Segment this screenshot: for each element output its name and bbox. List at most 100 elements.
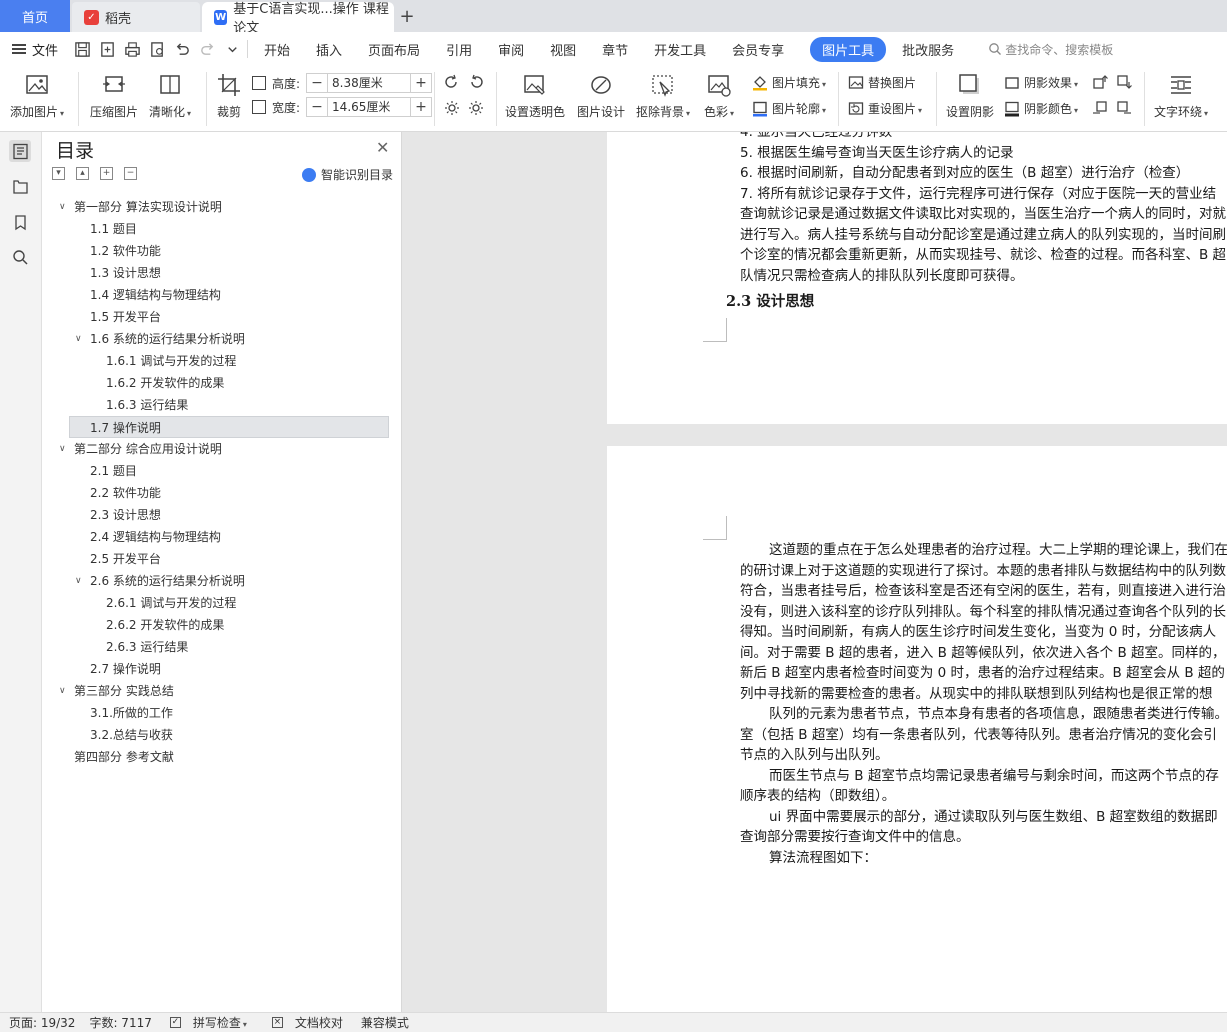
menu-tab-developer[interactable]: 开发工具 — [654, 40, 706, 59]
tab-document[interactable]: W 基于C语言实现...操作 课程论文 — [202, 2, 394, 36]
toc-item[interactable]: ∨ 1.6 系统的运行结果分析说明 — [42, 328, 402, 350]
tab-home[interactable]: 首页 — [0, 0, 70, 32]
rotate-left-button[interactable] — [444, 74, 464, 90]
toc-item[interactable]: 1.6.3 运行结果 — [42, 394, 402, 416]
toc-item[interactable]: 3.1.所做的工作 — [42, 702, 402, 724]
toc-item[interactable]: 3.2.总结与收获 — [42, 724, 402, 746]
picture-outline-button[interactable]: 图片轮廓 — [752, 100, 826, 117]
expand-arrow-icon[interactable]: ∨ — [59, 680, 66, 702]
picture-fill-button[interactable]: 图片填充 — [752, 74, 826, 91]
promote-heading-icon[interactable]: + — [100, 167, 113, 180]
document-page[interactable]: 4. 显示当天已经过分钟数 5. 根据医生编号查询当天医生诊疗病人的记录 6. 根据… — [607, 132, 1227, 424]
toc-item[interactable]: 2.4 逻辑结构与物理结构 — [42, 526, 402, 548]
expand-arrow-icon[interactable]: ∨ — [59, 438, 66, 460]
height-decrease-button[interactable]: − — [307, 74, 327, 92]
toc-item[interactable]: 1.2 软件功能 — [42, 240, 402, 262]
expand-arrow-icon[interactable]: ∨ — [75, 570, 82, 592]
toc-item[interactable]: 2.7 操作说明 — [42, 658, 402, 680]
print-preview-icon[interactable] — [149, 41, 166, 58]
close-icon[interactable]: ✕ — [376, 138, 389, 157]
toc-item[interactable]: 2.6.2 开发软件的成果 — [42, 614, 402, 636]
toc-item[interactable]: 2.2 软件功能 — [42, 482, 402, 504]
menu-tab-view[interactable]: 视图 — [550, 40, 576, 59]
replace-picture-button[interactable]: 替换图片 — [848, 74, 916, 91]
document-page[interactable]: 这道题的重点在于怎么处理患者的治疗过程。大二上学期的理论课上，我们在 的研讨课上对… — [607, 446, 1227, 1012]
shadow-nudge-down-button[interactable] — [1116, 74, 1136, 90]
chapter-nav-button[interactable] — [9, 175, 31, 197]
width-increase-button[interactable]: + — [411, 98, 431, 116]
compress-picture-button[interactable]: 压缩图片 — [90, 72, 138, 120]
add-picture-button[interactable]: 添加图片 — [10, 72, 64, 120]
flip-vertical-button[interactable] — [468, 100, 488, 116]
spell-check-toggle[interactable]: ✓ 拼写检查 — [161, 1014, 247, 1031]
toc-item[interactable]: 1.3 设计思想 — [42, 262, 402, 284]
file-menu[interactable]: 文件 — [12, 40, 58, 59]
width-input[interactable]: 14.65厘米 — [327, 98, 412, 116]
toc-item[interactable]: 第四部分 参考文献 — [42, 746, 402, 768]
find-button[interactable] — [9, 246, 31, 268]
toc-item[interactable]: ∨ 第一部分 算法实现设计说明 — [42, 196, 402, 218]
color-button[interactable]: 色彩 — [704, 72, 734, 120]
menu-tab-picture-tools[interactable]: 图片工具 — [810, 36, 887, 62]
flip-horizontal-button[interactable] — [444, 100, 464, 116]
menu-tab-home[interactable]: 开始 — [264, 40, 290, 59]
collapse-all-icon[interactable]: ▾ — [52, 167, 65, 180]
toc-item[interactable]: ∨ 第三部分 实践总结 — [42, 680, 402, 702]
menu-tab-correction[interactable]: 批改服务 — [902, 40, 954, 59]
customize-toolbar-icon[interactable] — [224, 41, 241, 58]
toc-panel-button[interactable] — [9, 140, 31, 162]
height-increase-button[interactable]: + — [411, 74, 431, 92]
height-stepper[interactable]: − 8.38厘米 + — [306, 73, 433, 93]
document-area[interactable]: 4. 显示当天已经过分钟数 5. 根据医生编号查询当天医生诊疗病人的记录 6. 根据… — [403, 132, 1227, 1012]
height-input[interactable]: 8.38厘米 — [327, 74, 412, 92]
shadow-nudge-right-button[interactable] — [1116, 100, 1136, 116]
page-count[interactable]: 页面: 19/32 — [9, 1014, 75, 1031]
expand-all-icon[interactable]: ▴ — [76, 167, 89, 180]
picture-design-button[interactable]: 图片设计 — [577, 72, 625, 120]
toc-item[interactable]: ∨ 第二部分 综合应用设计说明 — [42, 438, 402, 460]
word-count[interactable]: 字数: 7117 — [89, 1014, 151, 1031]
menu-tab-page-layout[interactable]: 页面布局 — [368, 40, 420, 59]
command-search[interactable]: 查找命令、搜索模板 — [988, 41, 1113, 58]
export-pdf-icon[interactable] — [99, 41, 116, 58]
document-proofread-button[interactable]: × 文档校对 — [263, 1014, 343, 1031]
sharpen-button[interactable]: 清晰化 — [149, 72, 191, 120]
menu-tab-section[interactable]: 章节 — [602, 40, 628, 59]
toc-item[interactable]: 1.4 逻辑结构与物理结构 — [42, 284, 402, 306]
width-stepper[interactable]: − 14.65厘米 + — [306, 97, 433, 117]
undo-icon[interactable] — [174, 41, 191, 58]
print-icon[interactable] — [124, 41, 141, 58]
tab-daoke[interactable]: ✓ 稻壳 — [72, 2, 200, 32]
toc-item[interactable]: 2.6.3 运行结果 — [42, 636, 402, 658]
toc-item[interactable]: ∨ 2.6 系统的运行结果分析说明 — [42, 570, 402, 592]
toc-item[interactable]: 1.7 操作说明 — [69, 416, 389, 438]
menu-tab-references[interactable]: 引用 — [446, 40, 472, 59]
reset-picture-button[interactable]: 重设图片 — [848, 100, 922, 117]
toc-item[interactable]: 1.5 开发平台 — [42, 306, 402, 328]
set-transparent-button[interactable]: 设置透明色 — [505, 72, 565, 120]
shadow-effect-button[interactable]: 阴影效果 — [1004, 74, 1078, 91]
expand-arrow-icon[interactable]: ∨ — [75, 328, 82, 350]
plus-icon[interactable]: + — [396, 4, 418, 28]
toc-item[interactable]: 2.3 设计思想 — [42, 504, 402, 526]
expand-arrow-icon[interactable]: ∨ — [59, 196, 66, 218]
shadow-color-button[interactable]: 阴影颜色 — [1004, 100, 1078, 117]
menu-tab-membership[interactable]: 会员专享 — [732, 40, 784, 59]
menu-tab-insert[interactable]: 插入 — [316, 40, 342, 59]
toc-item[interactable]: 2.6.1 调试与开发的过程 — [42, 592, 402, 614]
toc-item[interactable]: 1.1 题目 — [42, 218, 402, 240]
save-icon[interactable] — [74, 41, 91, 58]
rotate-right-button[interactable] — [468, 74, 488, 90]
toc-item[interactable]: 2.5 开发平台 — [42, 548, 402, 570]
toc-item[interactable]: 1.6.1 调试与开发的过程 — [42, 350, 402, 372]
toc-item[interactable]: 1.6.2 开发软件的成果 — [42, 372, 402, 394]
demote-heading-icon[interactable]: − — [124, 167, 137, 180]
width-decrease-button[interactable]: − — [307, 98, 327, 116]
menu-tab-review[interactable]: 审阅 — [498, 40, 524, 59]
set-shadow-button[interactable]: 设置阴影 — [946, 72, 994, 120]
toc-item[interactable]: 2.1 题目 — [42, 460, 402, 482]
shadow-nudge-up-button[interactable] — [1092, 74, 1112, 90]
text-wrap-button[interactable]: 文字环绕 — [1154, 72, 1208, 120]
bookmark-button[interactable] — [9, 211, 31, 233]
shadow-nudge-left-button[interactable] — [1092, 100, 1112, 116]
